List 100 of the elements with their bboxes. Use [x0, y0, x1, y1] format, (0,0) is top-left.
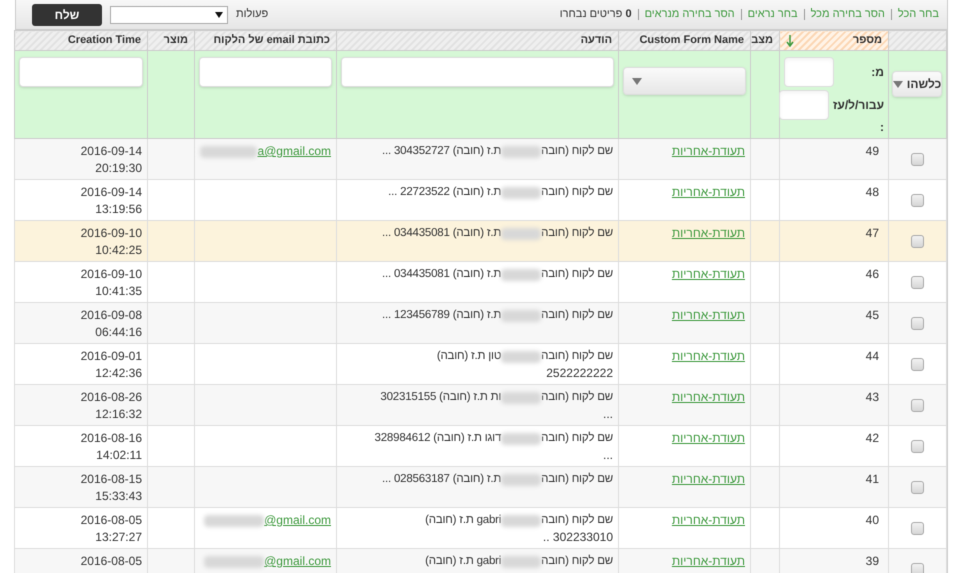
date-text: 2016-08-26 — [80, 389, 142, 406]
form-link[interactable]: תעודת-אחריות — [672, 185, 745, 199]
message-continuation: ... — [602, 406, 613, 423]
blurred-text — [501, 228, 542, 240]
caret-icon — [632, 78, 642, 84]
row-checkbox[interactable] — [911, 276, 924, 289]
message-start: שם לקוח (חובה — [541, 512, 613, 528]
column-header[interactable]: מספר — [780, 30, 888, 50]
row-checkbox[interactable] — [911, 563, 924, 573]
time-text: 13:27:27 — [94, 529, 142, 546]
form-link[interactable]: תעודת-אחריות — [672, 513, 745, 527]
date-text: 2016-09-08 — [80, 307, 142, 324]
date-text: 2016-08-16 — [80, 430, 142, 447]
column-header[interactable]: הודעה — [336, 30, 618, 50]
form-link[interactable]: תעודת-אחריות — [672, 349, 745, 363]
row-number: 40 — [864, 512, 880, 529]
message-continuation: 302233010 .. — [542, 529, 613, 546]
blurred-text — [204, 514, 264, 526]
from-input[interactable] — [784, 57, 834, 87]
message-start: שם לקוח (חובה — [541, 266, 613, 282]
sort-arrow-icon — [786, 34, 794, 46]
text-filter-input[interactable] — [341, 57, 614, 87]
date-text: 2016-09-10 — [80, 225, 142, 242]
column-header[interactable]: מוצר — [148, 30, 194, 50]
row-checkbox[interactable] — [911, 522, 924, 535]
blurred-text — [501, 474, 542, 486]
message-end: ת.ז (חובה) 123456789 ... — [382, 308, 502, 323]
row-checkbox[interactable] — [911, 194, 924, 207]
message-end: gabri ת.ז (חובה) — [425, 554, 502, 569]
form-filter-dropdown[interactable] — [623, 67, 746, 95]
blurred-text — [501, 514, 542, 526]
row-checkbox[interactable] — [911, 481, 924, 494]
row-checkbox[interactable] — [911, 358, 924, 371]
actions-dropdown[interactable] — [110, 6, 228, 24]
row-number: 48 — [864, 184, 880, 201]
text-filter-input[interactable] — [19, 57, 143, 87]
send-button[interactable]: שלח — [32, 4, 102, 26]
email-link[interactable]: @gmail.com — [264, 512, 331, 529]
to-label: עבור/ל/עז : — [833, 97, 884, 136]
message-start: שם לקוח (חובה — [541, 472, 613, 487]
date-text: 2016-08-05 — [80, 553, 142, 570]
row-number: 41 — [864, 471, 880, 488]
column-header[interactable]: כתובת email של הלקוח — [194, 30, 336, 50]
row-number: 46 — [864, 266, 880, 283]
time-text: 20:19:30 — [94, 160, 142, 177]
date-text: 2016-09-10 — [80, 266, 142, 283]
message-end: טון ת.ז (חובה) — [436, 349, 502, 364]
blurred-text — [501, 310, 542, 322]
date-text: 2016-09-01 — [80, 348, 142, 365]
text-filter-input[interactable] — [199, 57, 332, 87]
date-text: 2016-08-15 — [80, 471, 142, 488]
column-header[interactable]: Creation Time — [14, 30, 148, 50]
blurred-text — [501, 392, 542, 404]
blurred-text — [501, 556, 542, 568]
to-input[interactable] — [779, 90, 830, 120]
row-checkbox[interactable] — [911, 235, 924, 248]
time-text: 06:44:16 — [94, 324, 142, 341]
message-end: ת.ז (חובה) 22723522 ... — [388, 185, 502, 200]
message-start: שם לקוח (חובה — [541, 226, 613, 241]
row-number: 43 — [864, 389, 880, 406]
message-end: ות ת.ז (חובה) 302315155 — [380, 390, 502, 405]
from-label: מ: — [870, 64, 884, 81]
column-header[interactable]: Custom Form Name — [618, 30, 750, 50]
blurred-text — [200, 146, 258, 158]
blurred-text — [501, 350, 542, 362]
actions-label: פעולות — [236, 7, 268, 22]
message-start: שם לקוח (חובה — [541, 554, 613, 569]
row-checkbox[interactable] — [911, 317, 924, 330]
form-link[interactable]: תעודת-אחריות — [672, 267, 745, 281]
time-text: 10:42:25 — [94, 242, 142, 259]
date-text: 2016-08-05 — [80, 512, 142, 529]
message-start: שם לקוח (חובה — [541, 348, 613, 364]
row-checkbox[interactable] — [911, 399, 924, 412]
blurred-text — [204, 556, 264, 568]
time-text: 13:19:56 — [94, 201, 142, 218]
row-checkbox[interactable] — [911, 153, 924, 166]
caret-icon — [215, 12, 223, 18]
message-end: ת.ז (חובה) 028563187 ... — [382, 472, 502, 487]
time-text: 14:02:11 — [95, 447, 142, 464]
column-header[interactable]: מצב — [750, 30, 780, 50]
date-text: 2016-09-14 — [80, 184, 142, 201]
time-text: 15:33:43 — [94, 488, 142, 505]
date-text: 2016-09-14 — [80, 143, 142, 160]
any-filter-dropdown[interactable]: כלשהו — [892, 71, 942, 97]
column-header[interactable] — [888, 30, 946, 50]
row-number: 47 — [864, 225, 880, 242]
message-continuation: 2522222222 — [545, 365, 613, 382]
message-end: ת.ז (חובה) 034435081 ... — [382, 226, 502, 241]
message-end: gabri ת.ז (חובה) — [425, 513, 502, 528]
row-number: 45 — [864, 307, 880, 324]
row-number: 49 — [864, 143, 880, 160]
message-end: דוגו ת.ז (חובה) 328984612 — [374, 431, 502, 446]
form-link[interactable]: תעודת-אחריות — [672, 431, 745, 445]
row-number: 42 — [864, 430, 880, 447]
message-start: שם לקוח (חובה — [541, 184, 613, 200]
message-end: ת.ז (חובה) 034435081 ... — [382, 267, 502, 282]
row-checkbox[interactable] — [911, 440, 924, 453]
blurred-text — [501, 146, 542, 158]
time-text: 12:42:36 — [94, 365, 142, 382]
time-text: 10:41:35 — [94, 283, 142, 300]
